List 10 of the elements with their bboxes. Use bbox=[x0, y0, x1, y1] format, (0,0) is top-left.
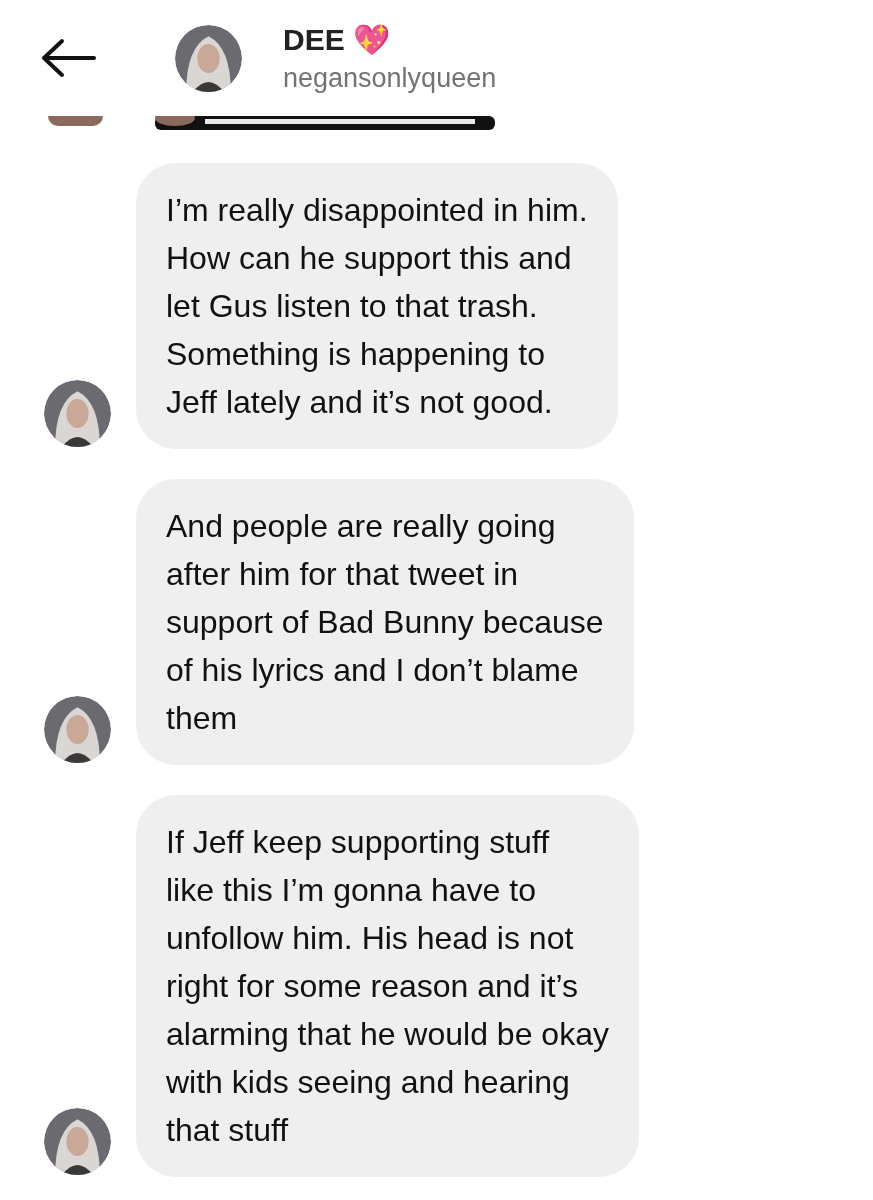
avatar bbox=[175, 24, 242, 92]
username: negansonlyqueen bbox=[283, 62, 497, 95]
avatar bbox=[44, 1108, 111, 1175]
contact-name: DEE 💖 bbox=[283, 22, 392, 58]
message-bubble: I’m really disappointed in him. How can he support this and let Gus listen to that trash. Something is happening to Jeff lately and it’s not good. bbox=[136, 163, 618, 449]
avatar bbox=[44, 380, 111, 447]
message-bubble: And people are really going after him for that tweet in support of Bad Bunny because of his lyrics and I don’t blame them bbox=[136, 479, 634, 765]
avatar bbox=[44, 696, 111, 763]
back-arrow-icon[interactable] bbox=[40, 38, 96, 78]
message-bubble: If Jeff keep supporting stuff like this I’m gonna have to unfollow him. His head is not right for some reason and it’s alarming that he would be okay with kids seeing and hearing that stuff bbox=[136, 795, 639, 1177]
